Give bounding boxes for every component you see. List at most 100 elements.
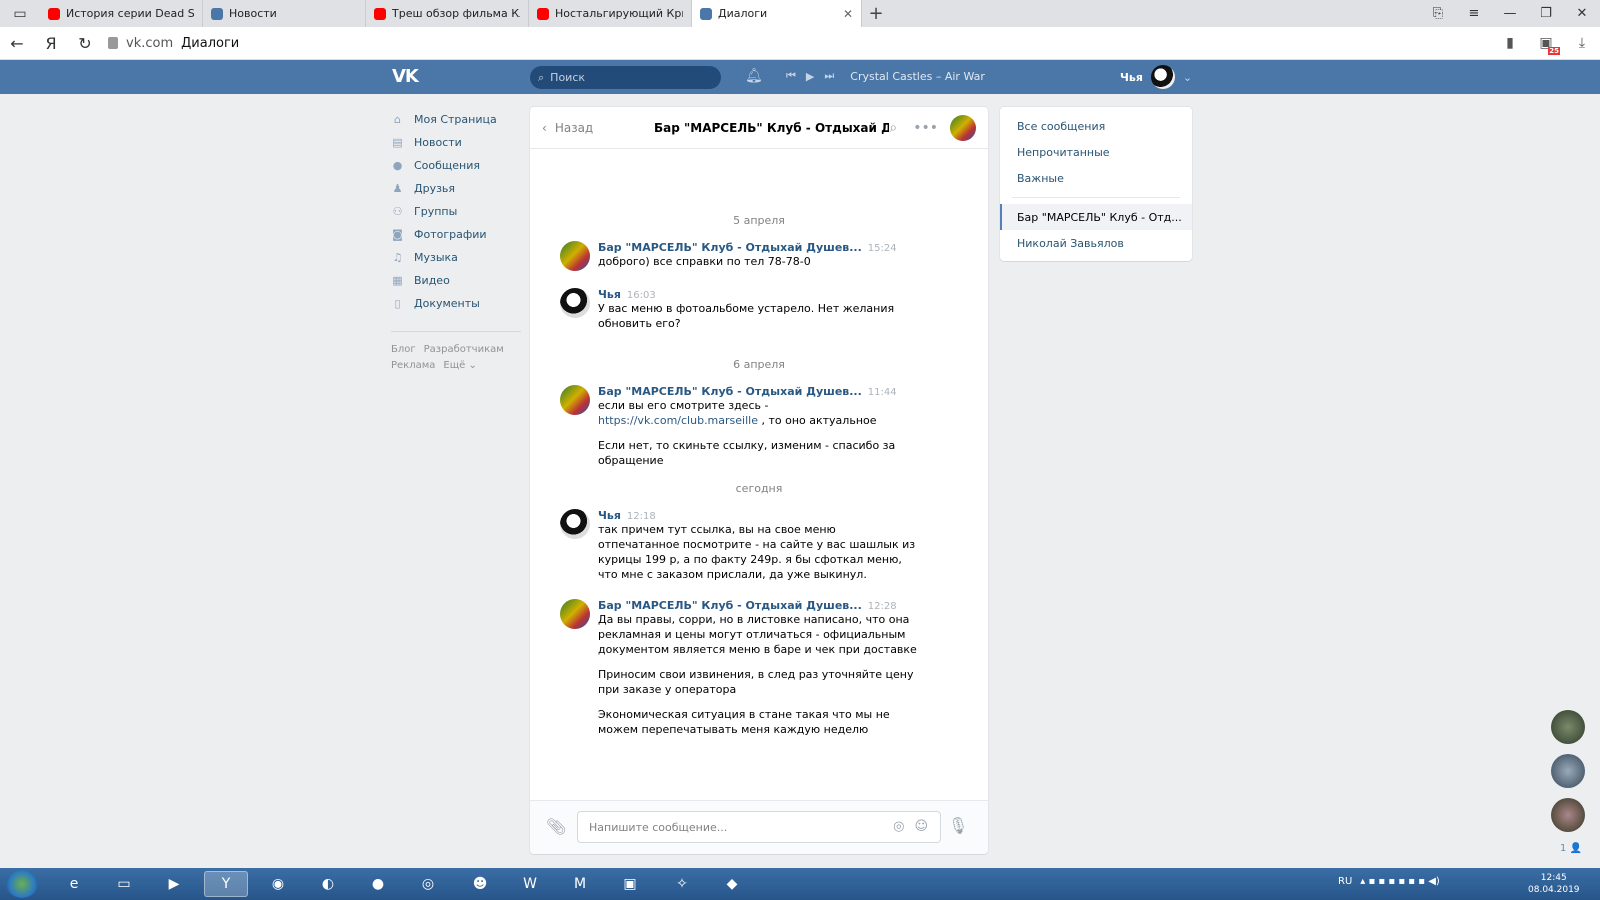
- sidebar-item-messages[interactable]: ● Сообщения: [391, 154, 521, 177]
- tray-icons[interactable]: ▴ ▪ ▪ ▪ ▪ ▪ ▪ ◀): [1360, 876, 1440, 887]
- attach-icon[interactable]: 📎︎: [546, 817, 566, 836]
- footer-links: Блог Разработчикам Реклама Ещё ⌄: [391, 342, 521, 374]
- restore-icon[interactable]: ❐: [1528, 0, 1564, 27]
- chevron-left-icon: ‹: [542, 120, 547, 135]
- vk-logo-icon[interactable]: VK: [392, 66, 419, 87]
- sidebar-item-news[interactable]: ▤ Новости: [391, 131, 521, 154]
- browser-tab-3[interactable]: Ностальгирующий Критик: [529, 0, 692, 27]
- bookmarks-icon[interactable]: ⎘: [1420, 0, 1456, 27]
- sidebar-item-friends[interactable]: ♟ Друзья: [391, 177, 521, 200]
- url-page-title: Диалоги: [181, 35, 240, 51]
- prev-track-icon[interactable]: ⏮︎: [786, 69, 796, 83]
- message-author[interactable]: Бар "МАРСЕЛЬ" Клуб - Отдыхай Душев...: [598, 385, 862, 398]
- close-window-icon[interactable]: ✕: [1564, 0, 1600, 27]
- new-tab-button[interactable]: +: [862, 0, 890, 27]
- game-icon[interactable]: ▣: [608, 871, 652, 897]
- downloads-badge-icon[interactable]: ▣ 25: [1528, 35, 1564, 55]
- dialog-item-nikolai[interactable]: Николай Завьялов: [1000, 230, 1192, 256]
- browser-tab-bar: ▭ История серии Dead Space Новости Треш …: [0, 0, 1600, 27]
- avatar[interactable]: [560, 509, 590, 539]
- filter-unread[interactable]: Непрочитанные: [1000, 139, 1192, 165]
- search-icon[interactable]: ⌕: [889, 120, 897, 136]
- origin-icon[interactable]: ●: [356, 871, 400, 897]
- battlenet-icon[interactable]: ✧: [660, 871, 704, 897]
- sidebar-toggle-icon[interactable]: ▭: [0, 0, 40, 27]
- camera-icon[interactable]: ◎: [893, 819, 904, 834]
- user-menu[interactable]: Чья ⌄: [1120, 65, 1192, 89]
- message-input[interactable]: Напишите сообщение... ◎ ☺: [577, 811, 941, 843]
- mafia-icon[interactable]: M: [558, 871, 602, 897]
- search-input[interactable]: ⌕ Поиск: [530, 66, 721, 89]
- message-text: У вас меню в фотоальбоме устарело. Нет ж…: [598, 302, 895, 330]
- message-author[interactable]: Чья: [598, 288, 621, 301]
- filter-all-messages[interactable]: Все сообщения: [1000, 113, 1192, 139]
- floating-chat-avatar[interactable]: [1551, 754, 1585, 788]
- explorer-icon[interactable]: ▭: [102, 871, 146, 897]
- chat-title[interactable]: Бар "МАРСЕЛЬ" Клуб - Отдыхай Душ...: [654, 121, 889, 135]
- filter-important[interactable]: Важные: [1000, 165, 1192, 191]
- browser-tab-4[interactable]: Диалоги ✕: [692, 0, 862, 27]
- nvidia-icon[interactable]: ◆: [710, 871, 754, 897]
- avatar[interactable]: [560, 385, 590, 415]
- more-icon[interactable]: •••: [913, 120, 938, 136]
- footer-link-developers[interactable]: Разработчикам: [424, 344, 504, 355]
- firefox-icon[interactable]: ◐: [306, 871, 350, 897]
- browser-tab-2[interactable]: Треш обзор фильма КЛАД: [366, 0, 529, 27]
- chat-avatar[interactable]: [950, 114, 976, 141]
- footer-link-ads[interactable]: Реклама: [391, 360, 435, 371]
- language-indicator[interactable]: RU: [1338, 876, 1352, 887]
- notifications-bell-icon[interactable]: 🔔︎: [745, 68, 763, 84]
- steam-icon[interactable]: ◉: [256, 871, 300, 897]
- back-button[interactable]: ‹ Назад: [542, 121, 654, 135]
- download-icon[interactable]: ⤓: [1564, 35, 1600, 51]
- avatar[interactable]: [560, 288, 590, 318]
- dialog-item-marseille[interactable]: Бар "МАРСЕЛЬ" Клуб - Отд...: [1000, 204, 1192, 230]
- yandex-browser-icon[interactable]: Y: [204, 871, 248, 897]
- footer-link-blog[interactable]: Блог: [391, 344, 416, 355]
- ie-icon[interactable]: e: [52, 871, 96, 897]
- start-button[interactable]: [6, 870, 38, 898]
- sidebar-item-video[interactable]: ▦ Видео: [391, 269, 521, 292]
- media-player-icon[interactable]: ▶: [152, 871, 196, 897]
- microphone-icon[interactable]: 🎙︎: [948, 816, 968, 835]
- avatar[interactable]: [560, 599, 590, 629]
- uplay-icon[interactable]: ◎: [406, 871, 450, 897]
- bookmark-icon[interactable]: ▮: [1492, 35, 1528, 51]
- audio-player: ⏮︎ ▶ ⏭︎ Crystal Castles – Air War: [786, 69, 985, 83]
- avatar[interactable]: [560, 241, 590, 271]
- message-author[interactable]: Чья: [598, 509, 621, 522]
- footer-link-more[interactable]: Ещё ⌄: [443, 360, 476, 371]
- sidebar-item-music[interactable]: ♫ Музыка: [391, 246, 521, 269]
- sidebar-item-my-page[interactable]: ⌂ Моя Страница: [391, 108, 521, 131]
- next-track-icon[interactable]: ⏭︎: [824, 69, 834, 83]
- browser-tab-0[interactable]: История серии Dead Space: [40, 0, 203, 27]
- yandex-icon[interactable]: Я: [34, 27, 68, 60]
- back-arrow-icon[interactable]: ←: [0, 27, 34, 60]
- vk-header: VK ⌕ Поиск 🔔︎ ⏮︎ ▶ ⏭︎ Crystal Castles – …: [0, 60, 1600, 94]
- menu-icon[interactable]: ≡: [1456, 0, 1492, 27]
- url-field[interactable]: vk.com Диалоги: [108, 36, 239, 51]
- sidebar-item-documents[interactable]: ▯ Документы: [391, 292, 521, 315]
- browser-tab-1[interactable]: Новости: [203, 0, 366, 27]
- address-bar: ← Я ↻ vk.com Диалоги ▮ ▣ 25 ⤓: [0, 27, 1600, 60]
- message-author[interactable]: Бар "МАРСЕЛЬ" Клуб - Отдыхай Душев...: [598, 599, 862, 612]
- discord-icon[interactable]: ☻: [458, 871, 502, 897]
- online-count[interactable]: 1 👤: [1560, 843, 1582, 854]
- reload-icon[interactable]: ↻: [68, 27, 102, 60]
- floating-chat-avatar[interactable]: [1551, 710, 1585, 744]
- emoji-icon[interactable]: ☺: [914, 819, 928, 834]
- sidebar-item-groups[interactable]: ⚇ Группы: [391, 200, 521, 223]
- message-author[interactable]: Бар "МАРСЕЛЬ" Клуб - Отдыхай Душев...: [598, 241, 862, 254]
- track-title[interactable]: Crystal Castles – Air War: [850, 70, 985, 83]
- system-tray: RU ▴ ▪ ▪ ▪ ▪ ▪ ▪ ◀): [1338, 876, 1440, 887]
- wot-icon[interactable]: W: [508, 871, 552, 897]
- minimize-icon[interactable]: —: [1492, 0, 1528, 27]
- floating-chat-avatar[interactable]: [1551, 798, 1585, 832]
- close-tab-icon[interactable]: ✕: [843, 7, 853, 21]
- message-text: так причем тут ссылка, вы на свое меню о…: [598, 523, 916, 581]
- chat-header: ‹ Назад Бар "МАРСЕЛЬ" Клуб - Отдыхай Душ.…: [530, 107, 988, 149]
- play-icon[interactable]: ▶: [806, 70, 814, 83]
- clock[interactable]: 12:45 08.04.2019: [1528, 872, 1580, 896]
- sidebar-item-photos[interactable]: ◙ Фотографии: [391, 223, 521, 246]
- message-link[interactable]: https://vk.com/club.marseille: [598, 414, 758, 427]
